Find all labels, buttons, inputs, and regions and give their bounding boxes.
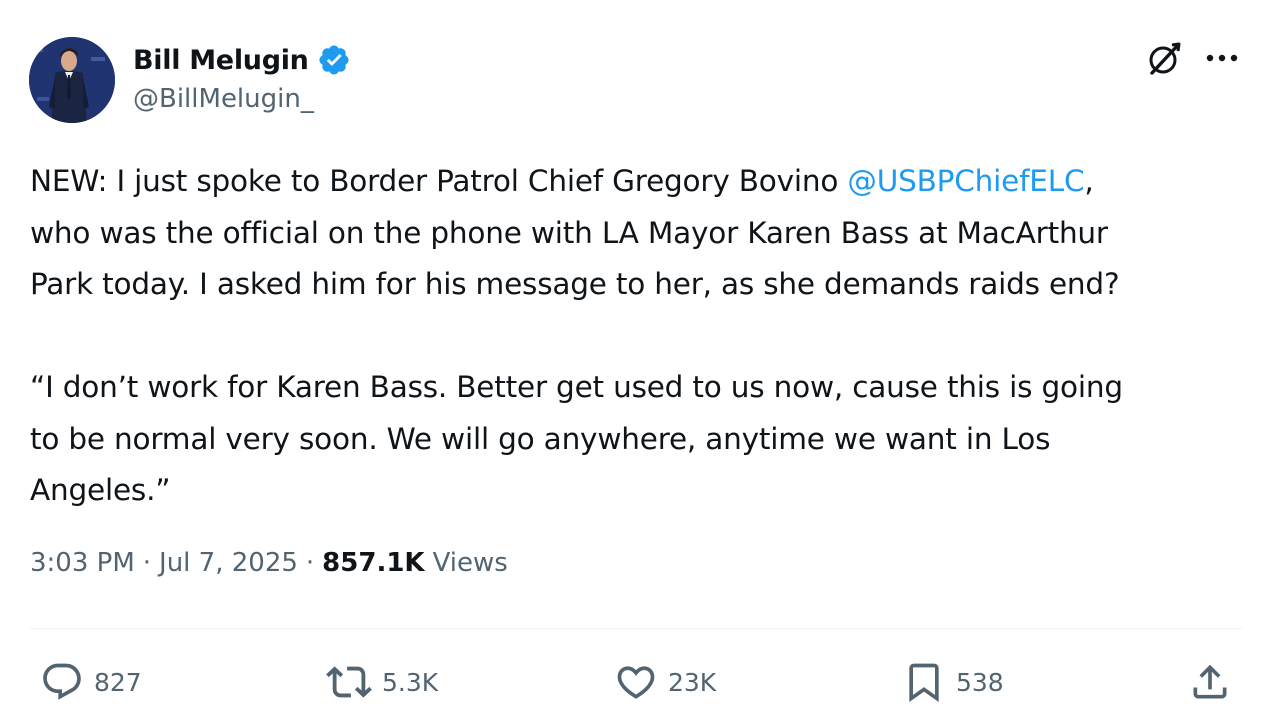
tweet-line: “I don’t work for Karen Bass. Better get… <box>30 370 1123 404</box>
meta-separator: · <box>305 548 315 578</box>
author-display-name[interactable]: Bill Melugin <box>133 45 309 76</box>
views-label: Views <box>432 548 508 578</box>
bookmark-icon <box>902 660 946 704</box>
tweet-line: who was the official on the phone with L… <box>30 215 1108 250</box>
heart-icon <box>614 660 658 704</box>
more-options-icon[interactable] <box>1202 42 1242 74</box>
share-icon <box>1188 660 1232 704</box>
post-time[interactable]: 3:03 PM <box>30 548 135 578</box>
like-count: 23K <box>668 667 717 697</box>
tweet-meta: 3:03 PM · Jul 7, 2025 · 857.1K Views <box>30 548 508 578</box>
repost-button[interactable]: 5.3K <box>326 660 438 704</box>
bookmark-button[interactable]: 538 <box>902 660 1004 704</box>
avatar[interactable] <box>29 37 115 123</box>
reply-button[interactable]: 827 <box>40 660 142 704</box>
meta-separator: · <box>142 548 152 578</box>
like-button[interactable]: 23K <box>614 660 716 704</box>
author-name-row: Bill Melugin <box>133 40 351 80</box>
tweet-line: Park today. I asked him for his message … <box>30 267 1120 301</box>
divider <box>30 628 1242 629</box>
grok-icon[interactable] <box>1144 39 1184 79</box>
tweet-line: Angeles.” <box>30 473 171 507</box>
views-count: 857.1K <box>322 548 425 578</box>
bookmark-count: 538 <box>956 667 1004 697</box>
avatar-image <box>29 37 115 123</box>
mention-link[interactable]: @USBPChiefELC <box>847 164 1084 198</box>
reply-icon <box>40 660 84 704</box>
share-button[interactable] <box>1188 660 1232 704</box>
verified-badge-icon <box>317 43 351 77</box>
reply-count: 827 <box>94 667 142 697</box>
repost-icon <box>326 659 372 705</box>
author-handle[interactable]: @BillMelugin_ <box>133 84 314 114</box>
repost-count: 5.3K <box>382 667 439 697</box>
tweet-line: to be normal very soon. We will go anywh… <box>30 421 1051 456</box>
tweet-text-segment: , <box>1084 164 1094 198</box>
tweet-card: Bill Melugin @BillMelugin_ NEW: I just s… <box>0 0 1270 722</box>
tweet-text: NEW: I just spoke to Border Patrol Chief… <box>30 156 1240 517</box>
tweet-text-segment: NEW: I just spoke to Border Patrol Chief… <box>30 164 848 198</box>
post-date[interactable]: Jul 7, 2025 <box>159 548 298 578</box>
tweet-line: NEW: I just spoke to Border Patrol Chief… <box>30 156 1240 208</box>
